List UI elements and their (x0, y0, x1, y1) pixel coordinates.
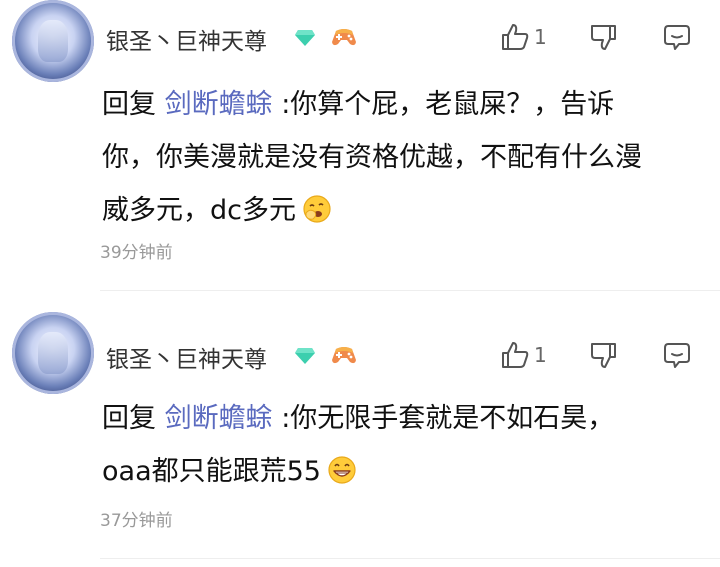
like-button[interactable]: 1 (500, 22, 547, 52)
like-count: 1 (534, 343, 547, 367)
like-count: 1 (534, 25, 547, 49)
diamond-badge-icon (295, 348, 315, 364)
comment-bubble-icon (664, 25, 690, 50)
comment-text-line: oaa都只能跟荒55 (102, 456, 321, 487)
mention-link[interactable]: 剑断蟾蜍 (165, 403, 273, 434)
mention-link[interactable]: 剑断蟾蜍 (165, 89, 273, 120)
thumbs-down-icon (591, 343, 616, 368)
like-button[interactable]: 1 (500, 340, 547, 370)
reply-prefix: 回复 (102, 403, 156, 434)
gamepad-icon (332, 347, 356, 364)
reply-button[interactable] (662, 340, 692, 370)
username[interactable]: 银圣丶巨神天尊 (106, 22, 267, 56)
comment-text-line: 威多元，dc多元 (102, 195, 296, 226)
timestamp: 37分钟前 (100, 511, 173, 531)
dislike-button[interactable] (588, 22, 618, 52)
avatar[interactable] (12, 0, 94, 82)
comment-text-line: 你，你美漫就是没有资格优越，不配有什么漫 (102, 142, 642, 173)
comment-text: 回复 剑断蟾蜍 :你算个屁，老鼠屎？，告诉 你，你美漫就是没有资格优越，不配有什… (102, 78, 702, 237)
thumbs-up-icon (502, 342, 529, 368)
divider (100, 558, 720, 559)
thumbs-up-icon (502, 24, 529, 50)
comment-bubble-icon (664, 343, 690, 368)
grin-emoji-icon (328, 456, 356, 484)
yawn-emoji-icon (303, 195, 331, 223)
divider (100, 290, 720, 291)
timestamp: 39分钟前 (100, 243, 173, 263)
username[interactable]: 银圣丶巨神天尊 (106, 340, 267, 374)
reply-button[interactable] (662, 22, 692, 52)
dislike-button[interactable] (588, 340, 618, 370)
comment-text-line: :你算个屁，老鼠屎？，告诉 (281, 89, 615, 120)
comment-text-line: :你无限手套就是不如石昊， (281, 403, 615, 434)
reply-prefix: 回复 (102, 89, 156, 120)
comment-text: 回复 剑断蟾蜍 :你无限手套就是不如石昊， oaa都只能跟荒55 (102, 392, 702, 498)
gamepad-icon (332, 29, 356, 46)
thumbs-down-icon (591, 25, 616, 50)
avatar[interactable] (12, 312, 94, 394)
diamond-badge-icon (295, 30, 315, 46)
